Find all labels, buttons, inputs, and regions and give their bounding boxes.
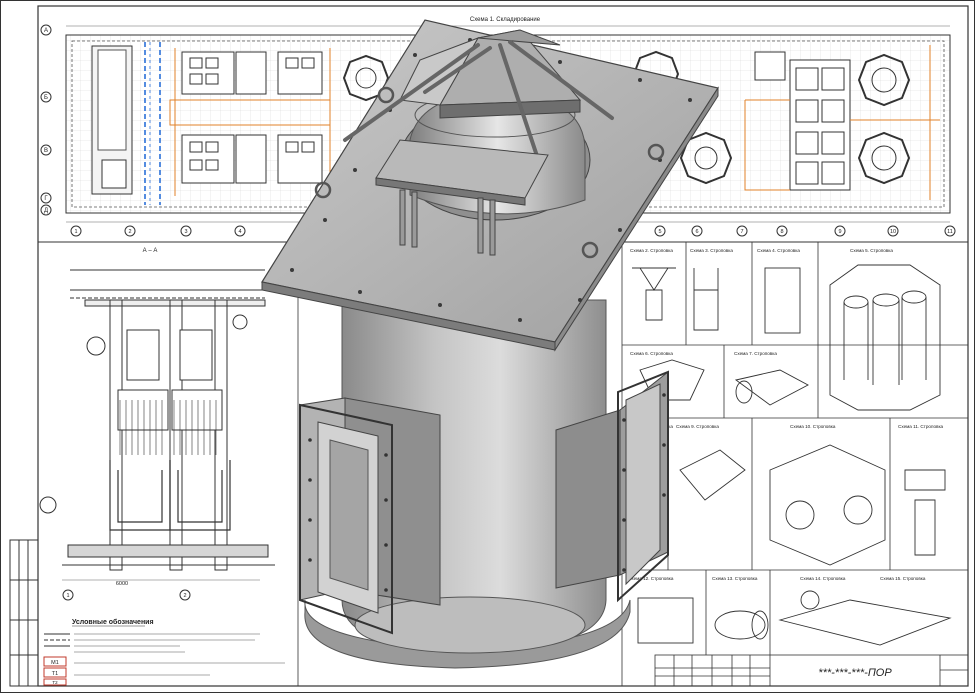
scheme-title: Схема 5. Строповка <box>850 248 893 253</box>
legend-code: Т2 <box>52 680 58 685</box>
scheme-title: Схема 10. Строповка <box>790 424 836 429</box>
axis-label: 6 <box>695 229 698 235</box>
scheme-title: Схема 7. Строповка <box>734 351 777 356</box>
scheme-title: Схема 3. Строповка <box>690 248 733 253</box>
drawing-sheet: Схема 1. Складирование А Б В Г Д 1 2 3 4… <box>0 0 975 693</box>
axis-label: 4 <box>238 229 241 235</box>
legend-code-box: М1 Т1 Т2 <box>43 656 67 686</box>
plan-title: Схема 1. Складирование <box>470 17 541 23</box>
scheme-title: Схема 11. Строповка <box>898 424 944 429</box>
dimension-label: 6000 <box>116 581 128 587</box>
scheme-title: Схема 2. Строповка <box>630 248 673 253</box>
axis-label: 10 <box>890 229 896 235</box>
scheme-title: Схема 13. Строповка <box>712 576 758 581</box>
axis-label: В <box>44 148 48 154</box>
axis-label: 11 <box>947 229 953 235</box>
axis-label: 3 <box>184 229 187 235</box>
scheme-title: Схема 6. Строповка <box>630 351 673 356</box>
axis-label: Б <box>44 95 48 101</box>
axis-label: 1 <box>74 229 77 235</box>
axis-label: 7 <box>740 229 743 235</box>
axis-label: А <box>44 28 48 34</box>
scheme-title: Схема 14. Строповка <box>800 576 846 581</box>
legend-code: М1 <box>51 660 59 666</box>
legend-code: Т1 <box>52 671 58 677</box>
axis-label: 8 <box>780 229 783 235</box>
legend-title: Условные обозначения <box>72 618 154 626</box>
axis-label: 2 <box>183 593 186 599</box>
axis-label: 2 <box>128 229 131 235</box>
scheme-title: Схема 12. Строповка <box>628 576 674 581</box>
scheme-title: Схема 15. Строповка <box>880 576 926 581</box>
scheme-title: Схема 4. Строповка <box>757 248 800 253</box>
stamp-code: ***-***-***-ПОР <box>818 667 892 679</box>
axis-label: 1 <box>66 593 69 599</box>
axis-label: 9 <box>838 229 841 235</box>
scheme-title: Схема 9. Строповка <box>676 424 719 429</box>
axis-label: 5 <box>658 229 661 235</box>
section-title: А – А <box>143 248 158 254</box>
axis-label: Д <box>44 208 48 214</box>
